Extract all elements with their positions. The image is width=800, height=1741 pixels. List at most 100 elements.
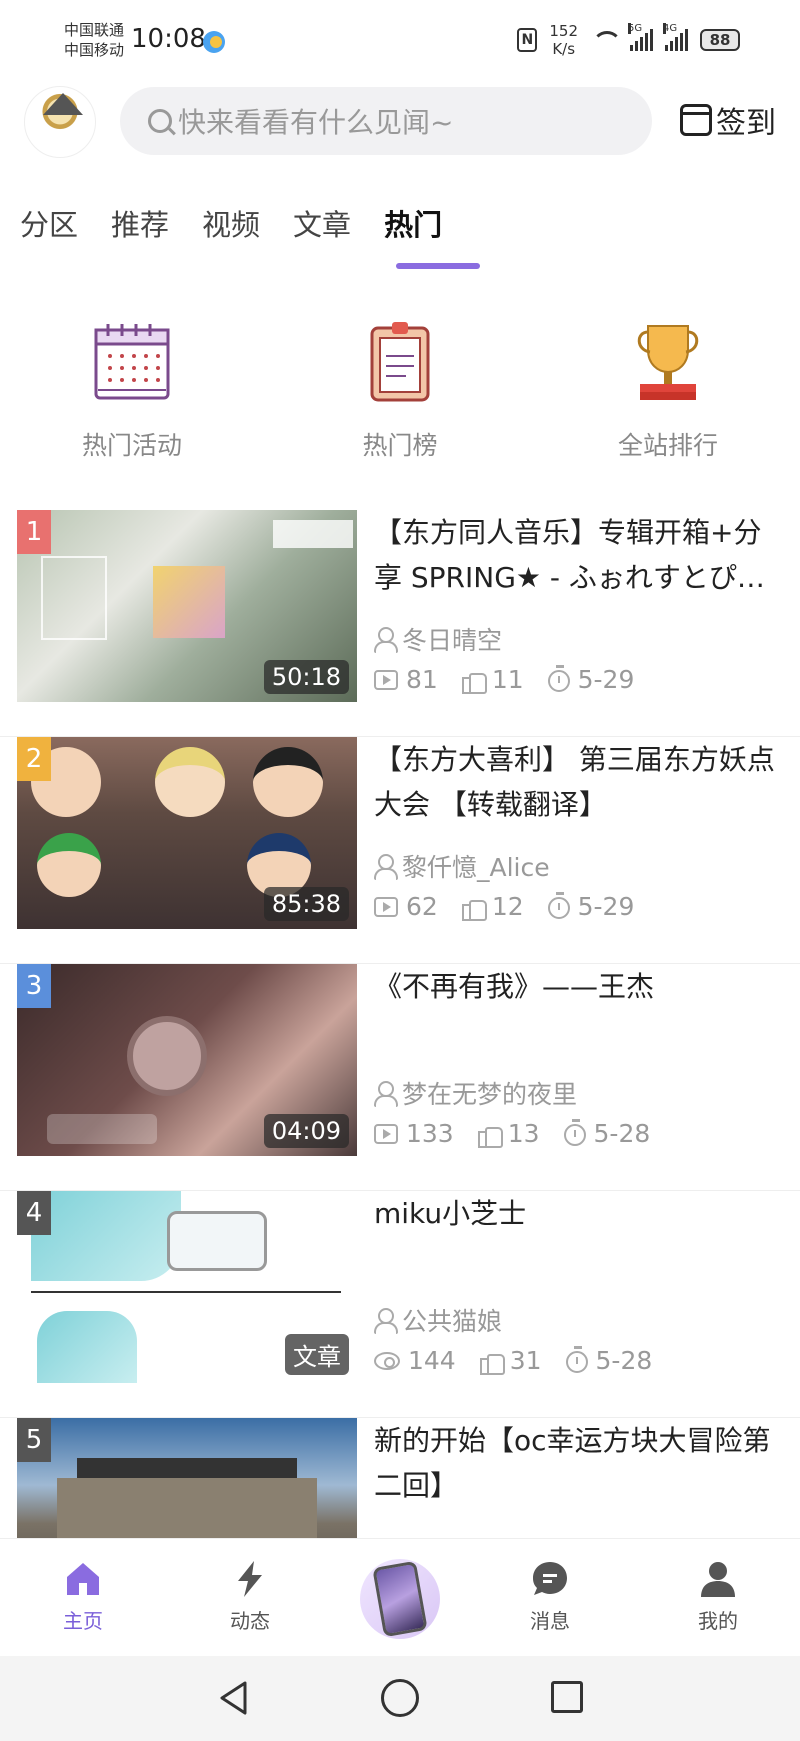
duration-badge: 04:09: [263, 1114, 349, 1148]
like-count-value: 12: [491, 892, 524, 921]
quick-entry-ranking[interactable]: 全站排行: [568, 320, 768, 462]
like-count-value: 11: [491, 665, 524, 694]
bottom-nav: 主页 动态 消息 我的: [0, 1538, 800, 1656]
nav-home-label: 主页: [63, 1609, 103, 1633]
user-avatar[interactable]: [24, 86, 96, 158]
battery-icon: 88: [700, 29, 740, 51]
avatar-hat-shape: [43, 93, 83, 115]
network-speed-unit: K/s: [552, 40, 576, 58]
rank-badge: 1: [17, 510, 51, 554]
play-icon: [374, 1123, 398, 1144]
carrier-info: 中国联通 中国移动: [64, 20, 124, 60]
nav-profile[interactable]: 我的: [668, 1559, 768, 1634]
nav-home[interactable]: 主页: [33, 1559, 133, 1634]
list-item[interactable]: 3 04:09 《不再有我》——王杰 梦在无梦的夜里 133 13 5-28: [0, 964, 800, 1191]
tab-article[interactable]: 文章: [293, 198, 351, 248]
post-date-value: 5-28: [595, 1346, 653, 1375]
video-thumbnail[interactable]: 2 85:38: [17, 737, 357, 929]
content-type-badge: 文章: [285, 1334, 349, 1375]
nav-feed[interactable]: 动态: [200, 1559, 300, 1634]
nav-feed-label: 动态: [230, 1609, 270, 1633]
list-item[interactable]: 1 50:18 【东方同人音乐】专辑开箱+分享 SPRING★ - ふぉれすとぴ…: [0, 510, 800, 737]
calendar-icon: [90, 320, 174, 404]
rank-badge: 5: [17, 1418, 51, 1462]
item-stats: 144 31 5-28: [374, 1345, 676, 1375]
item-title[interactable]: 《不再有我》——王杰: [374, 964, 784, 1054]
item-author[interactable]: 冬日晴空: [374, 621, 502, 657]
item-title[interactable]: 【东方大喜利】 第三届东方妖点大会 【转载翻译】: [374, 737, 784, 827]
nav-messages[interactable]: 消息: [500, 1559, 600, 1634]
view-count-value: 144: [408, 1346, 456, 1375]
signal-4g-label: 4G: [663, 23, 678, 34]
network-speed-value: 152: [549, 22, 578, 40]
search-bar[interactable]: 快来看看有什么见闻~: [120, 87, 652, 155]
app-screen: 中国联通 中国移动 10:08 N 152 K/s 5G 4G 88 快来看看有…: [0, 0, 800, 1741]
tab-hot[interactable]: 热门: [384, 198, 442, 248]
list-item[interactable]: 2 85:38 【东方大喜利】 第三届东方妖点大会 【转载翻译】 黎仟憶_Ali…: [0, 737, 800, 964]
tab-recommend[interactable]: 推荐: [111, 198, 169, 248]
quick-entry-hot-events[interactable]: 热门活动: [32, 320, 232, 462]
nfc-icon: N: [517, 28, 538, 52]
user-icon: [374, 627, 398, 653]
eye-icon: [374, 1351, 400, 1370]
calendar-icon: [680, 104, 712, 136]
message-icon: [530, 1559, 570, 1599]
post-date-value: 5-29: [577, 892, 635, 921]
quick-entry-hot-list[interactable]: 热门榜: [300, 320, 500, 462]
like-count-value: 13: [507, 1119, 540, 1148]
post-date-value: 5-29: [577, 665, 635, 694]
duration-badge: 50:18: [263, 660, 349, 694]
like-icon: [461, 896, 487, 921]
clock: 10:08: [131, 24, 206, 54]
quick-entry-label: 热门榜: [362, 431, 438, 460]
item-title[interactable]: 【东方同人音乐】专辑开箱+分享 SPRING★ - ふぉれすとぴ…: [374, 510, 784, 600]
nav-messages-label: 消息: [530, 1609, 570, 1633]
nav-profile-label: 我的: [698, 1609, 738, 1633]
video-thumbnail[interactable]: 3 04:09: [17, 964, 357, 1156]
video-thumbnail[interactable]: 1 50:18: [17, 510, 357, 702]
author-name: 公共猫娘: [402, 1307, 503, 1336]
tab-bar: 分区 推荐 视频 文章 热门: [20, 198, 475, 248]
post-date: 5-28: [565, 1345, 653, 1375]
panel-divider: [31, 1291, 341, 1293]
timer-icon: [563, 1118, 586, 1146]
back-icon[interactable]: [218, 1680, 248, 1716]
view-count-value: 62: [406, 892, 438, 921]
item-title[interactable]: miku小芝士: [374, 1191, 784, 1281]
view-count: 62: [374, 892, 438, 921]
rank-badge: 4: [17, 1191, 51, 1235]
checkin-button[interactable]: 签到: [680, 98, 776, 142]
author-name: 梦在无梦的夜里: [402, 1080, 578, 1109]
home-button-icon[interactable]: [381, 1679, 419, 1717]
item-author[interactable]: 梦在无梦的夜里: [374, 1075, 577, 1111]
signal-5g-label: 5G: [628, 23, 643, 34]
like-icon: [477, 1123, 503, 1148]
tab-zone[interactable]: 分区: [20, 198, 78, 248]
like-icon: [461, 669, 487, 694]
signal-4g-icon: 4G: [663, 23, 688, 51]
building-roof-shape: [77, 1458, 297, 1478]
publish-button[interactable]: [360, 1559, 440, 1639]
system-icons: N 152 K/s 5G 4G 88: [517, 22, 740, 58]
miku-illustration-shape: [37, 1311, 137, 1383]
building-wall-shape: [57, 1478, 317, 1538]
play-icon: [374, 896, 398, 917]
article-thumbnail[interactable]: 4 文章: [17, 1191, 357, 1383]
recent-apps-icon[interactable]: [551, 1681, 583, 1713]
item-author[interactable]: 黎仟憶_Alice: [374, 848, 550, 884]
profile-icon: [698, 1559, 738, 1599]
quick-entry-label: 全站排行: [617, 431, 718, 460]
list-item[interactable]: 4 文章 miku小芝士 公共猫娘 144 31 5-28: [0, 1191, 800, 1418]
quick-entry-label: 热门活动: [81, 431, 182, 460]
character-face-shape: [155, 747, 225, 817]
item-title[interactable]: 新的开始【oc幸运方块大冒险第二回】: [374, 1418, 784, 1508]
carrier-1: 中国联通: [64, 21, 125, 39]
view-count: 144: [374, 1346, 456, 1375]
tab-video[interactable]: 视频: [202, 198, 260, 248]
system-navigation-bar: [0, 1656, 800, 1741]
like-count: 11: [461, 665, 524, 694]
trophy-icon: [626, 320, 710, 404]
item-author[interactable]: 公共猫娘: [374, 1302, 502, 1338]
view-count: 133: [374, 1119, 454, 1148]
player-controls-shape: [47, 1114, 157, 1144]
